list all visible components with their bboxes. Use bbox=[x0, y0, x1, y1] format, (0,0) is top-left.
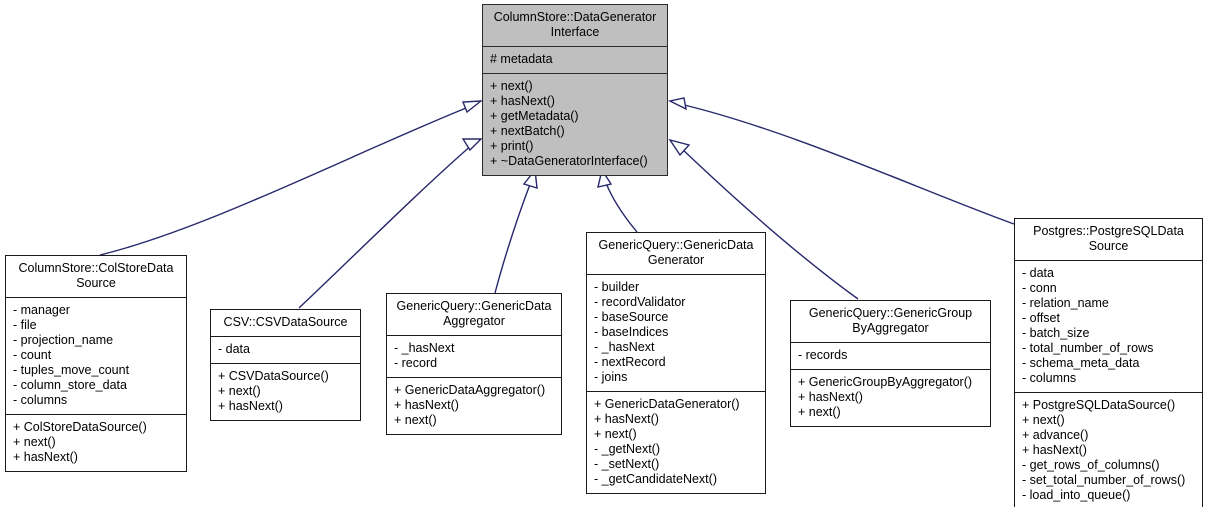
operation-row: + nextBatch() bbox=[490, 124, 565, 138]
operation-row: + GenericDataGenerator() bbox=[594, 397, 740, 411]
attribute-row: - joins bbox=[594, 370, 628, 384]
attribute-row: - count bbox=[13, 348, 52, 362]
operation-row: + hasNext() bbox=[218, 399, 283, 413]
operation-row: + ColStoreDataSource() bbox=[13, 420, 147, 434]
operations-section: + ColStoreDataSource() + next() + hasNex… bbox=[6, 415, 186, 471]
class-title: CSV::CSVDataSource bbox=[223, 315, 348, 329]
operation-row: + next() bbox=[218, 384, 261, 398]
attribute-row: - relation_name bbox=[1022, 296, 1109, 310]
class-title: ColumnStore::DataGenerator Interface bbox=[493, 10, 657, 39]
operation-row: + print() bbox=[490, 139, 534, 153]
attribute-row: - nextRecord bbox=[594, 355, 666, 369]
attribute-row: - data bbox=[1022, 266, 1054, 280]
attribute-row: - builder bbox=[594, 280, 640, 294]
operations-section: + CSVDataSource() + next() + hasNext() bbox=[211, 364, 360, 420]
operation-row: + next() bbox=[798, 405, 841, 419]
attributes-section: - manager - file - projection_name - cou… bbox=[6, 298, 186, 414]
operation-row: + next() bbox=[394, 413, 437, 427]
class-box-csv-data-source[interactable]: CSV::CSVDataSource - data + CSVDataSourc… bbox=[210, 309, 361, 421]
attributes-section: - data bbox=[211, 337, 360, 363]
class-title: GenericQuery::GenericData Aggregator bbox=[396, 299, 552, 328]
attributes-section: - records bbox=[791, 343, 990, 369]
operation-row: - set_total_number_of_rows() bbox=[1022, 473, 1186, 487]
operation-row: + hasNext() bbox=[394, 398, 459, 412]
operation-row: - _getCandidateNext() bbox=[594, 472, 717, 486]
operation-row: + ~DataGeneratorInterface() bbox=[490, 154, 648, 168]
attribute-row: - tuples_move_count bbox=[13, 363, 130, 377]
attribute-row: # metadata bbox=[490, 52, 553, 66]
operations-section: + GenericDataGenerator() + hasNext() + n… bbox=[587, 392, 765, 493]
edge-aggregator-to-interface bbox=[494, 168, 538, 294]
attribute-row: - data bbox=[218, 342, 250, 356]
attribute-row: - column_store_data bbox=[13, 378, 127, 392]
operation-row: + hasNext() bbox=[594, 412, 659, 426]
operation-row: + PostgreSQLDataSource() bbox=[1022, 398, 1176, 412]
class-title: GenericQuery::GenericGroup ByAggregator bbox=[808, 306, 973, 335]
attribute-row: - manager bbox=[13, 303, 70, 317]
class-title: ColumnStore::ColStoreData Source bbox=[18, 261, 174, 290]
operation-row: + hasNext() bbox=[490, 94, 555, 108]
edge-colstore-to-interface bbox=[99, 100, 484, 256]
operation-row: + GenericGroupByAggregator() bbox=[798, 375, 973, 389]
attribute-row: - conn bbox=[1022, 281, 1057, 295]
class-box-data-generator-interface[interactable]: ColumnStore::DataGenerator Interface # m… bbox=[482, 4, 668, 176]
operation-row: + next() bbox=[594, 427, 637, 441]
attribute-row: - record bbox=[394, 356, 438, 370]
operation-row: - load_into_queue() bbox=[1022, 488, 1131, 502]
attribute-row: - total_number_of_rows bbox=[1022, 341, 1154, 355]
edge-csv-to-interface bbox=[298, 138, 483, 309]
operation-row: + hasNext() bbox=[1022, 443, 1087, 457]
operations-section: + next() + hasNext() + getMetadata() + n… bbox=[483, 74, 667, 175]
attribute-row: - projection_name bbox=[13, 333, 114, 347]
operation-row: + hasNext() bbox=[798, 390, 863, 404]
attribute-row: - file bbox=[13, 318, 37, 332]
operation-row: + advance() bbox=[1022, 428, 1089, 442]
operation-row: + next() bbox=[490, 79, 533, 93]
attribute-row: - columns bbox=[13, 393, 68, 407]
operation-row: - get_rows_of_columns() bbox=[1022, 458, 1160, 472]
class-box-generic-data-generator[interactable]: GenericQuery::GenericData Generator - bu… bbox=[586, 232, 766, 494]
attribute-row: - batch_size bbox=[1022, 326, 1090, 340]
class-box-generic-group-by-aggregator[interactable]: GenericQuery::GenericGroup ByAggregator … bbox=[790, 300, 991, 427]
class-title: Postgres::PostgreSQLData Source bbox=[1033, 224, 1184, 253]
operation-row: + GenericDataAggregator() bbox=[394, 383, 546, 397]
operation-row: + CSVDataSource() bbox=[218, 369, 329, 383]
attribute-row: - _hasNext bbox=[594, 340, 655, 354]
class-box-colstore-data-source[interactable]: ColumnStore::ColStoreData Source - manag… bbox=[5, 255, 187, 472]
attributes-section: # metadata bbox=[483, 47, 667, 73]
attributes-section: - data - conn - relation_name - offset -… bbox=[1015, 261, 1202, 392]
operation-row: - _setNext() bbox=[594, 457, 660, 471]
operations-section: + PostgreSQLDataSource() + next() + adva… bbox=[1015, 393, 1202, 507]
attributes-section: - _hasNext - record bbox=[387, 336, 561, 377]
attribute-row: - recordValidator bbox=[594, 295, 686, 309]
attribute-row: - offset bbox=[1022, 311, 1060, 325]
class-title: GenericQuery::GenericData Generator bbox=[598, 238, 754, 267]
operations-section: + GenericGroupByAggregator() + hasNext()… bbox=[791, 370, 990, 426]
class-box-postgresql-data-source[interactable]: Postgres::PostgreSQLData Source - data -… bbox=[1014, 218, 1203, 507]
attribute-row: - columns bbox=[1022, 371, 1077, 385]
operation-row: - _getNext() bbox=[594, 442, 660, 456]
uml-class-diagram: ColumnStore::DataGenerator Interface # m… bbox=[0, 0, 1209, 507]
operation-row: + hasNext() bbox=[13, 450, 78, 464]
attribute-row: - records bbox=[798, 348, 848, 362]
attribute-row: - _hasNext bbox=[394, 341, 455, 355]
class-box-generic-data-aggregator[interactable]: GenericQuery::GenericData Aggregator - _… bbox=[386, 293, 562, 435]
operation-row: + next() bbox=[13, 435, 56, 449]
attribute-row: - baseIndices bbox=[594, 325, 669, 339]
attribute-row: - schema_meta_data bbox=[1022, 356, 1140, 370]
operation-row: + getMetadata() bbox=[490, 109, 579, 123]
edge-generator-to-interface bbox=[597, 168, 638, 233]
attributes-section: - builder - recordValidator - baseSource… bbox=[587, 275, 765, 391]
edge-postgres-to-interface bbox=[667, 97, 1015, 225]
operations-section: + GenericDataAggregator() + hasNext() + … bbox=[387, 378, 561, 434]
operation-row: + next() bbox=[1022, 413, 1065, 427]
attribute-row: - baseSource bbox=[594, 310, 669, 324]
